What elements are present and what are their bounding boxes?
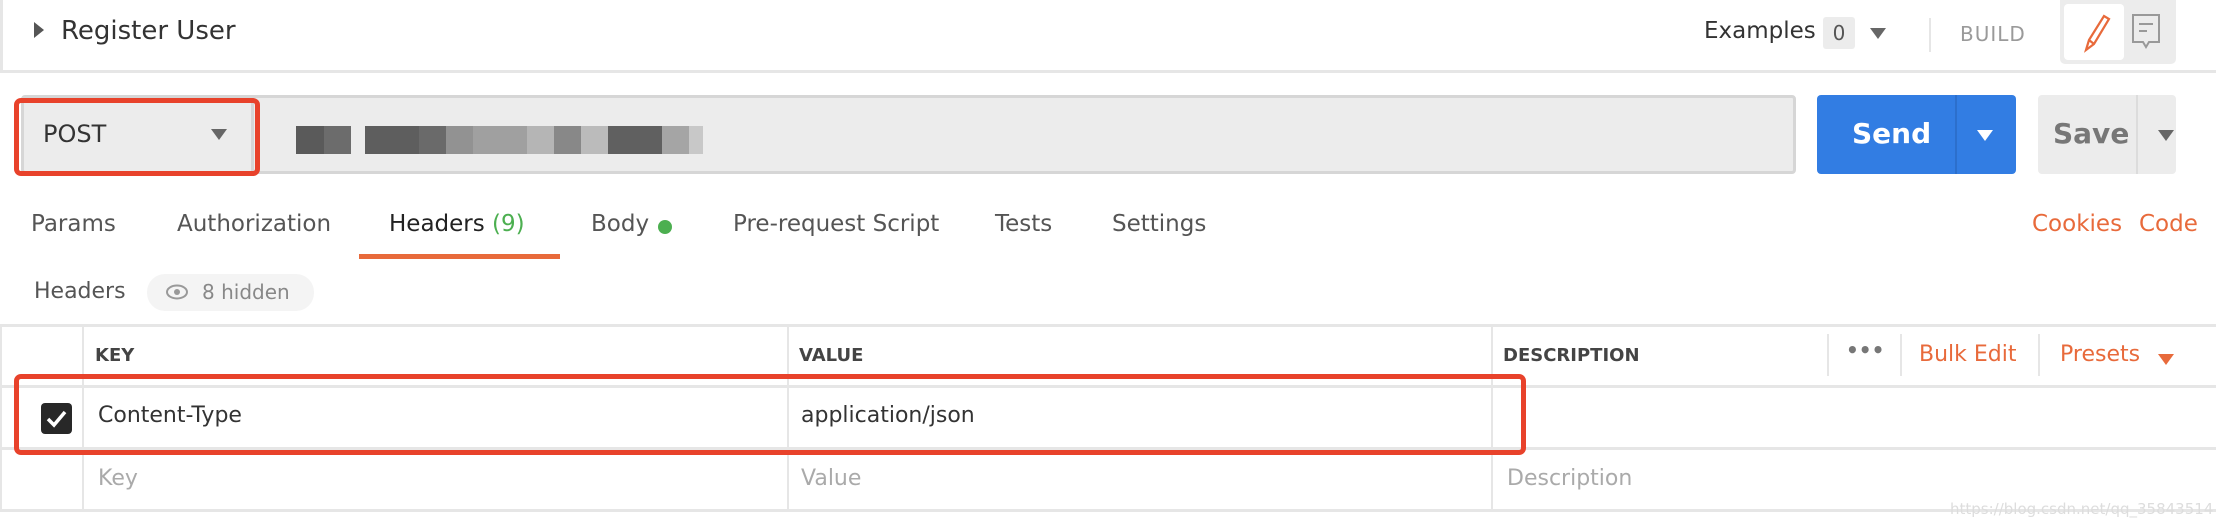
tab-params[interactable]: Params: [31, 211, 116, 237]
body-status-dot: [658, 220, 672, 234]
build-label[interactable]: BUILD: [1960, 22, 2026, 46]
save-button[interactable]: Save: [2038, 95, 2176, 174]
caret-right-icon[interactable]: [34, 22, 44, 38]
new-value-input[interactable]: Value: [801, 466, 861, 491]
comments-button[interactable]: [2130, 12, 2164, 56]
bulk-edit-button[interactable]: Bulk Edit: [1919, 342, 2017, 367]
highlight-box: [14, 374, 1526, 455]
url-redacted: [296, 126, 726, 154]
new-description-input[interactable]: Description: [1507, 466, 1632, 491]
examples-count: 0: [1823, 17, 1855, 49]
more-options-button[interactable]: •••: [1846, 338, 1884, 362]
request-title[interactable]: Register User: [61, 16, 236, 46]
headers-label: Headers: [34, 279, 126, 304]
watermark: https://blog.csdn.net/qq_35843514: [1950, 500, 2214, 518]
url-input[interactable]: [21, 95, 1796, 174]
examples-button[interactable]: Examples: [1704, 18, 1816, 44]
cookies-link[interactable]: Cookies: [2032, 211, 2122, 237]
code-link[interactable]: Code: [2139, 211, 2198, 237]
highlight-box: [14, 98, 260, 176]
edit-button[interactable]: [2064, 4, 2124, 60]
active-tab-indicator: [359, 254, 560, 259]
comment-icon: [2132, 14, 2160, 49]
tab-tests[interactable]: Tests: [995, 211, 1052, 237]
divider: [1929, 18, 1931, 52]
column-value: VALUE: [799, 345, 864, 366]
save-options-chevron-icon[interactable]: [2158, 130, 2174, 141]
pencil-icon: [2083, 14, 2111, 53]
hidden-headers-toggle[interactable]: 8 hidden: [147, 274, 314, 311]
headers-count: (9): [492, 211, 525, 237]
tab-authorization[interactable]: Authorization: [177, 211, 331, 237]
examples-chevron-down-icon[interactable]: [1870, 28, 1886, 39]
column-key: KEY: [95, 345, 135, 366]
presets-chevron-down-icon[interactable]: [2158, 354, 2174, 365]
send-options-chevron-icon[interactable]: [1977, 130, 1993, 141]
tab-pre-request-script[interactable]: Pre-request Script: [733, 211, 939, 237]
eye-icon: [166, 284, 188, 300]
tab-headers[interactable]: Headers (9): [389, 211, 525, 237]
new-key-input[interactable]: Key: [98, 466, 138, 491]
column-description: DESCRIPTION: [1503, 345, 1640, 366]
tab-settings[interactable]: Settings: [1112, 211, 1206, 237]
presets-button[interactable]: Presets: [2060, 342, 2140, 367]
tab-body[interactable]: Body: [591, 211, 649, 237]
